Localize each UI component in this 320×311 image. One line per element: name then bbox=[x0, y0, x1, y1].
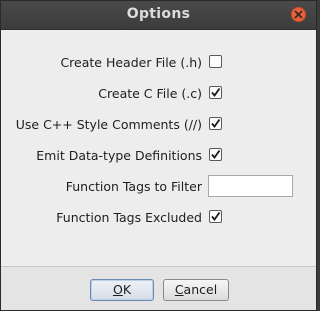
create-header-checkbox[interactable] bbox=[209, 55, 222, 68]
checkmark-icon bbox=[211, 87, 221, 97]
option-cpp-comments: Use C++ Style Comments (//) bbox=[1, 115, 316, 135]
cancel-label-rest: ancel bbox=[183, 282, 218, 297]
option-label: Function Tags Excluded bbox=[56, 210, 202, 225]
option-label: Function Tags to Filter bbox=[65, 179, 202, 194]
function-tags-filter-input[interactable] bbox=[208, 175, 293, 197]
create-c-file-checkbox[interactable] bbox=[209, 86, 222, 99]
option-function-tags-excluded: Function Tags Excluded bbox=[1, 208, 316, 228]
option-label: Create C File (.c) bbox=[98, 86, 202, 101]
ok-button[interactable]: OK bbox=[90, 279, 154, 301]
dialog-title: Options bbox=[126, 6, 191, 22]
title-bar[interactable]: Options bbox=[1, 1, 316, 30]
option-label: Create Header File (.h) bbox=[60, 55, 202, 70]
cancel-button[interactable]: Cancel bbox=[163, 279, 229, 301]
checkmark-icon bbox=[211, 149, 221, 159]
emit-datatype-checkbox[interactable] bbox=[209, 148, 222, 161]
ok-mnemonic: O bbox=[112, 282, 123, 297]
button-bar: OK Cancel bbox=[1, 267, 316, 310]
options-dialog: Options Create Header File (.h) Create C… bbox=[0, 0, 317, 311]
function-tags-excluded-checkbox[interactable] bbox=[209, 210, 222, 223]
option-function-tags-filter: Function Tags to Filter bbox=[1, 175, 316, 197]
close-icon bbox=[294, 10, 303, 19]
option-label: Emit Data-type Definitions bbox=[36, 148, 202, 163]
checkmark-icon bbox=[211, 118, 221, 128]
option-emit-datatype: Emit Data-type Definitions bbox=[1, 146, 316, 166]
option-label: Use C++ Style Comments (//) bbox=[15, 117, 202, 132]
checkmark-icon bbox=[211, 211, 221, 221]
ok-label-rest: K bbox=[122, 282, 132, 297]
cpp-comments-checkbox[interactable] bbox=[209, 117, 222, 130]
close-button[interactable] bbox=[291, 7, 306, 22]
option-create-header: Create Header File (.h) bbox=[1, 53, 316, 73]
option-create-c-file: Create C File (.c) bbox=[1, 84, 316, 104]
options-panel: Create Header File (.h) Create C File (.… bbox=[1, 30, 316, 266]
cancel-mnemonic: C bbox=[174, 282, 184, 297]
